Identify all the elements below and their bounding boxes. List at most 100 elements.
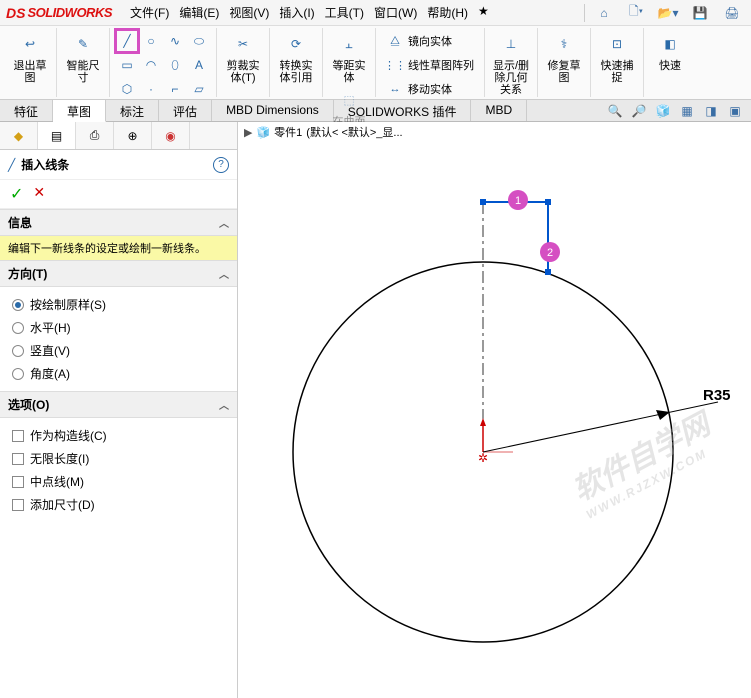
sketch-canvas[interactable]: 1 2 ✲ R35 xyxy=(238,142,751,698)
zoom-area-icon[interactable]: 🔎 xyxy=(629,102,649,120)
property-manager-tab[interactable]: ▤ xyxy=(38,122,76,149)
sketch-origin[interactable]: ✲ xyxy=(478,418,513,465)
relations-label: 显示/删除几何关系 xyxy=(491,60,531,96)
menu-window[interactable]: 窗口(W) xyxy=(370,2,421,23)
text-tool[interactable]: A xyxy=(188,54,210,76)
info-section-head[interactable]: 信息 ︿ xyxy=(0,209,237,236)
slot-tool[interactable]: ⬭ xyxy=(188,30,210,52)
exit-sketch-button[interactable]: ↩ 退出草图 xyxy=(10,28,50,84)
tab-sketch[interactable]: 草图 xyxy=(53,100,106,122)
menu-tools[interactable]: 工具(T) xyxy=(321,2,368,23)
linear-pattern-button[interactable]: ⋮⋮线性草图阵列 xyxy=(382,54,478,76)
collapse-icon[interactable]: ︿ xyxy=(219,266,229,281)
endpoint-handle[interactable] xyxy=(545,199,551,205)
smart-dimension-button[interactable]: ✎ 智能尺寸 xyxy=(63,28,103,84)
app-logo: DS SOLIDWORKS xyxy=(6,5,112,21)
collapse-icon[interactable]: ︿ xyxy=(219,215,229,230)
zoom-fit-icon[interactable]: 🔍 xyxy=(605,102,625,120)
check-label: 作为构造线(C) xyxy=(30,427,107,444)
radius-dimension-line[interactable] xyxy=(483,402,718,452)
quick-access-toolbar: ⌂ 🗋▾ 📂▾ 💾 🖨 xyxy=(584,2,745,24)
collapse-icon[interactable]: ︿ xyxy=(219,397,229,412)
help-icon[interactable]: ? xyxy=(213,157,229,173)
pm-title: 插入线条 xyxy=(21,156,213,173)
radio-vertical[interactable]: 竖直(V) xyxy=(12,339,225,362)
tab-mbd[interactable]: MBD xyxy=(471,100,527,121)
checkbox-icon xyxy=(12,476,24,488)
trim-button[interactable]: ✂ 剪裁实体(T) xyxy=(223,28,263,84)
scene-icon[interactable]: ▣ xyxy=(725,102,745,120)
open-icon[interactable]: 📂▾ xyxy=(655,2,681,24)
point-tool[interactable]: · xyxy=(140,78,162,100)
breadcrumb-back-icon[interactable]: ▶ xyxy=(244,126,252,139)
breadcrumb-part[interactable]: 零件1 xyxy=(274,124,302,140)
radio-horizontal[interactable]: 水平(H) xyxy=(12,316,225,339)
save-icon[interactable]: 💾 xyxy=(687,2,713,24)
menu-insert[interactable]: 插入(I) xyxy=(275,2,318,23)
display-style-icon[interactable]: ▦ xyxy=(677,102,697,120)
menu-help[interactable]: 帮助(H) xyxy=(423,2,472,23)
direction-section-head[interactable]: 方向(T) ︿ xyxy=(0,260,237,287)
tab-mbd-dim[interactable]: MBD Dimensions xyxy=(212,100,334,121)
ellipse-tool[interactable]: ⬯ xyxy=(164,54,186,76)
check-infinite[interactable]: 无限长度(I) xyxy=(12,447,225,470)
circle-tool[interactable]: ○ xyxy=(140,30,162,52)
cancel-button[interactable]: ✕ xyxy=(33,184,45,204)
print-icon[interactable]: 🖨 xyxy=(719,2,745,24)
check-midpoint[interactable]: 中点线(M) xyxy=(12,470,225,493)
spline-tool[interactable]: ∿ xyxy=(164,30,186,52)
new-icon[interactable]: 🗋▾ xyxy=(623,2,649,24)
offset-button[interactable]: ⫠ 等距实体 xyxy=(329,28,369,84)
menu-view[interactable]: 视图(V) xyxy=(225,2,273,23)
trim-icon: ✂ xyxy=(229,30,257,58)
move-entities-button[interactable]: ↔移动实体 xyxy=(382,78,478,100)
line-tool[interactable]: ╱ xyxy=(116,30,138,52)
command-tabs: 特征 草图 标注 评估 MBD Dimensions SOLIDWORKS 插件… xyxy=(0,100,751,122)
property-manager-panel: ◆ ▤ ⎙ ⊕ ◉ ╱ 插入线条 ? ✓ ✕ 信息 ︿ 编辑下一新线条的设定或绘… xyxy=(0,122,238,698)
radius-dimension-label[interactable]: R35 xyxy=(703,387,731,404)
feature-tree-tab[interactable]: ◆ xyxy=(0,122,38,149)
tab-annotate[interactable]: 标注 xyxy=(106,100,159,121)
quick-button[interactable]: ◧ 快速 xyxy=(650,28,690,72)
radio-as-sketched[interactable]: 按绘制原样(S) xyxy=(12,293,225,316)
breadcrumb-state[interactable]: (默认< <默认>_显... xyxy=(306,124,402,140)
display-relations-button[interactable]: ⊥ 显示/删除几何关系 xyxy=(491,28,531,96)
radio-angle[interactable]: 角度(A) xyxy=(12,362,225,385)
convert-entities-button[interactable]: ⟳ 转换实体引用 xyxy=(276,28,316,84)
tab-features[interactable]: 特征 xyxy=(0,100,53,121)
check-add-dim[interactable]: 添加尺寸(D) xyxy=(12,493,225,516)
home-icon[interactable]: ⌂ xyxy=(591,2,617,24)
rectangle-tool[interactable]: ▭ xyxy=(116,54,138,76)
separator xyxy=(584,4,585,22)
display-tab[interactable]: ◉ xyxy=(152,122,190,149)
breadcrumb: ▶ 🧊 零件1 (默认< <默认>_显... xyxy=(244,124,403,140)
endpoint-handle[interactable] xyxy=(480,199,486,205)
menu-star[interactable]: ★ xyxy=(474,2,493,23)
polygon-tool[interactable]: ⬡ xyxy=(116,78,138,100)
dimxpert-tab[interactable]: ⊕ xyxy=(114,122,152,149)
pattern-icon: ⋮⋮ xyxy=(386,56,404,74)
section-icon[interactable]: ◨ xyxy=(701,102,721,120)
options-body: 作为构造线(C) 无限长度(I) 中点线(M) 添加尺寸(D) xyxy=(0,418,237,522)
ribbon-group-exit: ↩ 退出草图 xyxy=(4,28,57,97)
menu-edit[interactable]: 编辑(E) xyxy=(175,2,223,23)
mirror-icon: ⧋ xyxy=(386,32,404,50)
main-area: ◆ ▤ ⎙ ⊕ ◉ ╱ 插入线条 ? ✓ ✕ 信息 ︿ 编辑下一新线条的设定或绘… xyxy=(0,122,751,698)
check-construction[interactable]: 作为构造线(C) xyxy=(12,424,225,447)
plane-tool[interactable]: ▱ xyxy=(188,78,210,100)
repair-sketch-button[interactable]: ⚕ 修复草图 xyxy=(544,28,584,84)
snap-icon: ⊡ xyxy=(603,30,631,58)
endpoint-handle[interactable] xyxy=(545,269,551,275)
arc-tool[interactable]: ◠ xyxy=(140,54,162,76)
tab-evaluate[interactable]: 评估 xyxy=(159,100,212,121)
ok-button[interactable]: ✓ xyxy=(10,184,23,204)
fillet-tool[interactable]: ⌐ xyxy=(164,78,186,100)
mirror-button[interactable]: ⧋镜向实体 xyxy=(382,30,478,52)
view-orient-icon[interactable]: 🧊 xyxy=(653,102,673,120)
quick-snap-button[interactable]: ⊡ 快速捕捉 xyxy=(597,28,637,84)
config-tab[interactable]: ⎙ xyxy=(76,122,114,149)
check-label: 添加尺寸(D) xyxy=(30,496,95,513)
menu-file[interactable]: 文件(F) xyxy=(126,2,173,23)
graphics-area[interactable]: ▶ 🧊 零件1 (默认< <默认>_显... 1 2 xyxy=(238,122,751,698)
options-section-head[interactable]: 选项(O) ︿ xyxy=(0,391,237,418)
